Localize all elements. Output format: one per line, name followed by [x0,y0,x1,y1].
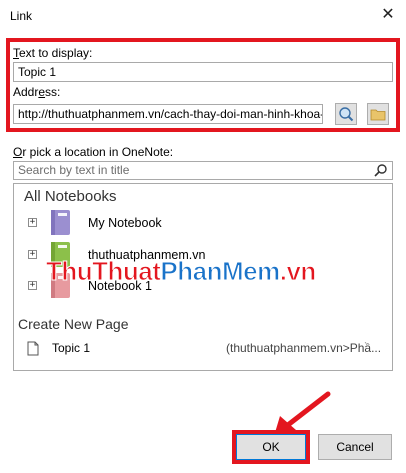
page-label: Topic 1 [52,341,91,355]
notebook-icon [51,210,70,235]
text-to-display-input[interactable]: Topic 1 [13,62,393,82]
location-search-input[interactable]: Search by text in title [13,161,393,180]
ok-button[interactable]: OK [236,434,306,460]
page-location: (thuthuatphanmem.vn>Phầ... [226,341,382,355]
search-icon[interactable] [374,163,388,180]
text-to-display-label: Text to display: [13,46,93,60]
notebook-item-my-notebook[interactable]: + My Notebook [24,209,374,237]
cancel-button[interactable]: Cancel [318,434,392,460]
folder-icon [370,109,386,121]
all-notebooks-heading: All Notebooks [24,188,117,205]
close-icon[interactable]: ✕ [370,0,406,28]
page-item-topic-1[interactable]: Topic 1 (thuthuatphanmem.vn>Phầ... [24,340,390,358]
expand-icon[interactable]: + [28,218,37,227]
create-new-page-heading: Create New Page [18,316,129,332]
address-label: Address: [13,85,61,99]
watermark-logo: ThuThuatPhanMem.vn [45,256,316,287]
notebook-label: My Notebook [88,216,162,230]
expand-icon[interactable]: + [28,281,37,290]
location-label: Or pick a location in OneNote: [13,145,174,159]
page-icon [27,341,39,356]
address-input[interactable]: http://thuthuatphanmem.vn/cach-thay-doi-… [13,104,323,124]
browse-file-button[interactable] [367,103,389,125]
expand-icon[interactable]: + [28,250,37,259]
browse-web-button[interactable] [335,103,357,125]
web-search-icon [339,107,354,122]
window-title: Link [10,9,33,23]
